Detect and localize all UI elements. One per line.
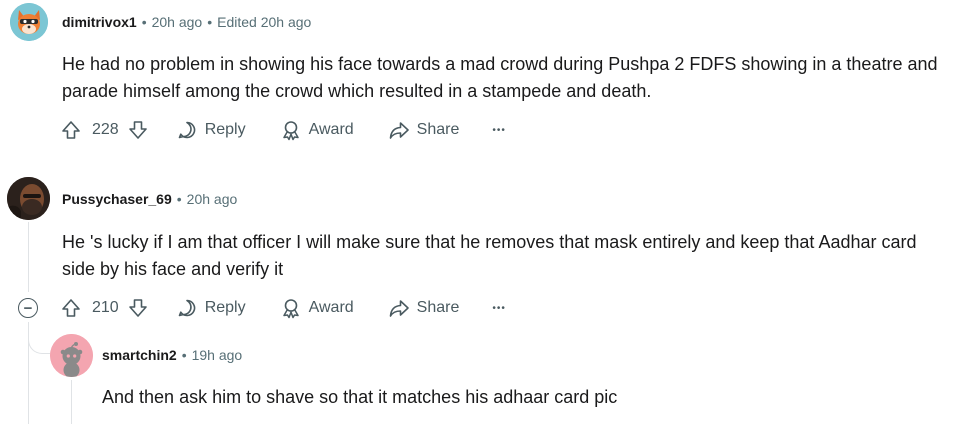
- comment-body: And then ask him to shave so that it mat…: [102, 384, 962, 411]
- comment-text-line: side by his face and verify it: [62, 259, 284, 279]
- downvote-icon: [128, 299, 147, 317]
- avatar[interactable]: [7, 177, 50, 220]
- upvote-icon: [62, 121, 80, 139]
- downvote-button[interactable]: [126, 118, 150, 142]
- username[interactable]: Pussychaser_69: [62, 191, 172, 207]
- share-button[interactable]: Share: [388, 119, 460, 141]
- separator: •: [207, 14, 213, 30]
- username[interactable]: dimitrivox1: [62, 14, 137, 30]
- fox-avatar-icon: [10, 3, 48, 41]
- comment-body: He had no problem in showing his face to…: [62, 51, 972, 105]
- award-label: Award: [308, 121, 354, 138]
- reply-button[interactable]: Reply: [176, 297, 246, 319]
- reply-label: Reply: [204, 299, 246, 316]
- share-icon: [389, 122, 409, 139]
- upvote-button[interactable]: [59, 118, 83, 142]
- reply-button[interactable]: Reply: [176, 119, 246, 141]
- more-options-button[interactable]: •••: [492, 303, 506, 314]
- more-options-button[interactable]: •••: [492, 125, 506, 136]
- timestamp[interactable]: 20h ago: [152, 14, 203, 30]
- share-label: Share: [416, 121, 460, 138]
- comment-actions: 228 Reply Award Share •••: [59, 115, 506, 145]
- timestamp[interactable]: 19h ago: [192, 347, 243, 363]
- downvote-button[interactable]: [126, 296, 150, 320]
- award-button[interactable]: Award: [280, 297, 354, 319]
- collapse-icon: −: [23, 299, 33, 317]
- avatar[interactable]: [50, 334, 93, 377]
- vote-count: 210: [92, 299, 119, 316]
- separator: •: [176, 191, 182, 207]
- award-label: Award: [308, 299, 354, 316]
- collapse-button[interactable]: −: [18, 298, 38, 318]
- thread-line-1[interactable]: [28, 222, 29, 292]
- avatar[interactable]: [10, 3, 48, 41]
- comment-meta: smartchin2 • 19h ago: [102, 345, 242, 365]
- comment-text-line: parade himself among the crowd which res…: [62, 81, 652, 101]
- comment-text-line: He 's lucky if I am that officer I will …: [62, 232, 917, 252]
- downvote-icon: [128, 121, 147, 139]
- share-icon: [389, 300, 409, 317]
- comment-meta: Pussychaser_69 • 20h ago: [62, 189, 237, 209]
- award-icon: [282, 299, 299, 319]
- upvote-icon: [62, 299, 80, 317]
- award-icon: [282, 121, 299, 141]
- comment-actions: 210 Reply Award Share •••: [59, 293, 506, 323]
- comment-text-line: He had no problem in showing his face to…: [62, 54, 938, 74]
- timestamp[interactable]: 20h ago: [187, 191, 238, 207]
- share-button[interactable]: Share: [388, 297, 460, 319]
- snoo-icon: [50, 334, 93, 377]
- reply-label: Reply: [204, 121, 246, 138]
- user-photo-icon: [7, 177, 50, 220]
- reply-icon: [178, 121, 195, 139]
- separator: •: [181, 347, 187, 363]
- thread-line-2[interactable]: [71, 380, 72, 424]
- reply-icon: [178, 299, 195, 317]
- thread-connector: [28, 322, 50, 354]
- edited-label: Edited 20h ago: [217, 14, 312, 30]
- comment-meta: dimitrivox1 • 20h ago • Edited 20h ago: [62, 12, 311, 32]
- share-label: Share: [416, 299, 460, 316]
- separator: •: [141, 14, 147, 30]
- vote-count: 228: [92, 121, 119, 138]
- username[interactable]: smartchin2: [102, 347, 177, 363]
- upvote-button[interactable]: [59, 296, 83, 320]
- award-button[interactable]: Award: [280, 119, 354, 141]
- comment-body: He 's lucky if I am that officer I will …: [62, 229, 972, 283]
- comment-text-line: And then ask him to shave so that it mat…: [102, 387, 618, 407]
